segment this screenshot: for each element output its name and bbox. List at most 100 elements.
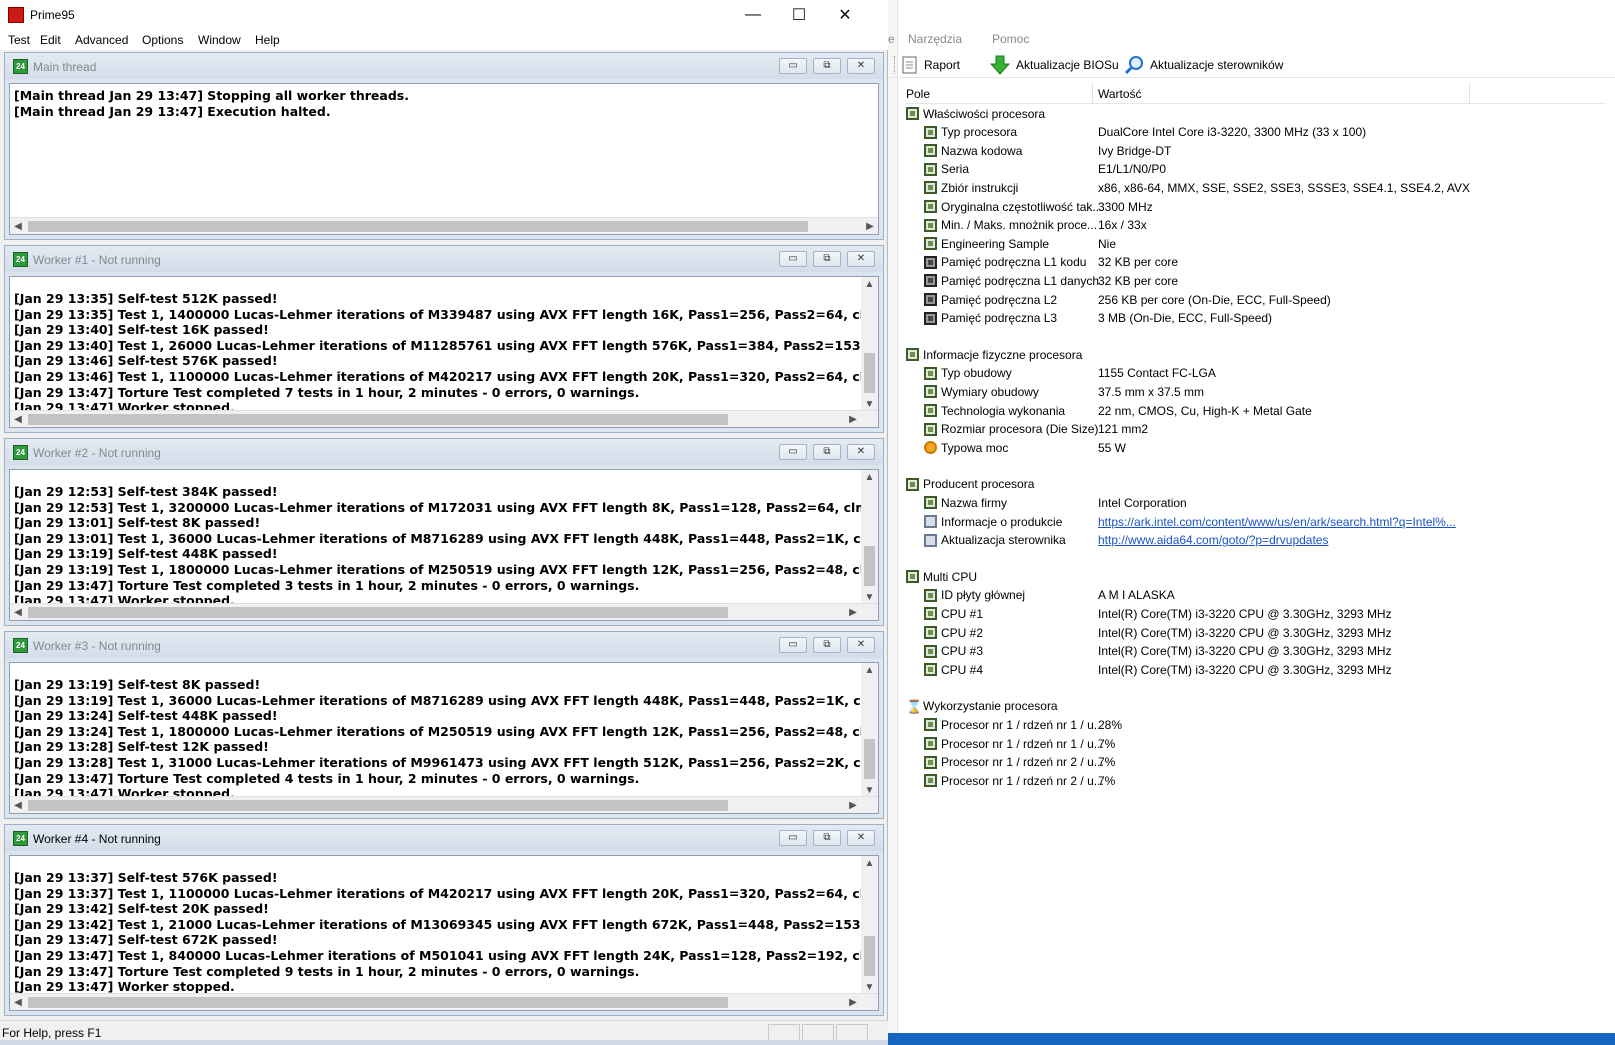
child-title-bar[interactable]: 24 Worker #1 - Not running ▭ ⧉ ✕ [5, 246, 883, 272]
vertical-scroll-thumb[interactable] [864, 739, 875, 779]
column-divider[interactable] [1469, 82, 1470, 104]
tree-item[interactable]: CPU #3 [924, 642, 983, 661]
child-minimize-button[interactable]: ▭ [779, 637, 807, 653]
child-close-button[interactable]: ✕ [847, 444, 875, 460]
vertical-scroll-thumb[interactable] [864, 936, 875, 976]
tree-item[interactable]: Procesor nr 1 / rdzeń nr 1 / u... [924, 734, 1104, 753]
tree-section[interactable]: ⌛ Wykorzystanie procesora [906, 697, 1058, 716]
column-divider[interactable] [1092, 82, 1093, 104]
tree-item[interactable]: Min. / Maks. mnożnik proce... [924, 216, 1097, 235]
minimize-button[interactable]: — [730, 0, 776, 30]
child-close-button[interactable]: ✕ [847, 58, 875, 74]
tree-item[interactable]: Typowa moc [924, 438, 1008, 457]
log-area[interactable]: [Jan 29 13:19] Self-test 8K passed! [Jan … [9, 662, 879, 814]
scroll-right-arrow[interactable]: ▶ [845, 605, 861, 620]
child-minimize-button[interactable]: ▭ [779, 830, 807, 846]
child-title-bar[interactable]: 24 Worker #4 - Not running ▭ ⧉ ✕ [5, 825, 883, 851]
child-close-button[interactable]: ✕ [847, 637, 875, 653]
scroll-up-arrow[interactable]: ▲ [861, 277, 878, 292]
tree-item[interactable]: Typ obudowy [924, 364, 1012, 383]
aida-menu-help[interactable]: Pomoc [992, 32, 1029, 46]
horizontal-scroll-thumb[interactable] [28, 997, 728, 1008]
tree-item[interactable]: CPU #4 [924, 660, 983, 679]
scroll-right-arrow[interactable]: ▶ [845, 995, 861, 1010]
tree-item[interactable]: CPU #1 [924, 604, 983, 623]
child-restore-button[interactable]: ⧉ [813, 251, 841, 267]
scroll-up-arrow[interactable]: ▲ [861, 470, 878, 485]
scroll-up-arrow[interactable]: ▲ [861, 663, 878, 678]
scroll-right-arrow[interactable]: ▶ [862, 219, 878, 234]
vertical-scrollbar[interactable]: ▲ ▼ [861, 663, 878, 798]
child-minimize-button[interactable]: ▭ [779, 444, 807, 460]
child-close-button[interactable]: ✕ [847, 251, 875, 267]
tree-item[interactable]: Pamięć podręczna L1 kodu [924, 253, 1086, 272]
tree-item[interactable]: Zbiór instrukcji [924, 178, 1018, 197]
child-title-bar[interactable]: 24 Main thread ▭ ⧉ ✕ [5, 53, 883, 79]
log-area[interactable]: [Main thread Jan 29 13:47] Stopping all … [9, 83, 879, 235]
tree-section[interactable]: Informacje fizyczne procesora [906, 345, 1082, 364]
scroll-right-arrow[interactable]: ▶ [845, 798, 861, 813]
close-button[interactable]: ✕ [822, 0, 868, 30]
horizontal-scroll-thumb[interactable] [28, 221, 808, 232]
field-link[interactable]: https://ark.intel.com/content/www/us/en/… [1098, 515, 1456, 529]
tree-item[interactable]: Procesor nr 1 / rdzeń nr 1 / u... [924, 715, 1104, 734]
horizontal-scroll-thumb[interactable] [28, 800, 728, 811]
tree-item[interactable]: CPU #2 [924, 623, 983, 642]
worker-window[interactable]: 24 Worker #1 - Not running ▭ ⧉ ✕ [Jan 29… [4, 245, 884, 433]
tree-item[interactable]: Informacje o produkcie [924, 512, 1062, 531]
tree-item[interactable]: Pamięć podręczna L3 [924, 309, 1057, 328]
vertical-scrollbar[interactable]: ▲ ▼ [861, 856, 878, 995]
child-restore-button[interactable]: ⧉ [813, 637, 841, 653]
main-thread-window[interactable]: 24 Main thread ▭ ⧉ ✕ [Main thread Jan 29… [4, 52, 884, 240]
scroll-left-arrow[interactable]: ◀ [10, 412, 26, 427]
aida-menu-item-e[interactable]: e [888, 32, 895, 46]
horizontal-scrollbar[interactable]: ◀ ▶ [10, 993, 878, 1010]
menu-options[interactable]: Options [142, 33, 183, 47]
tree-item[interactable]: Rozmiar procesora (Die Size) [924, 420, 1098, 439]
horizontal-scrollbar[interactable]: ◀ ▶ [10, 603, 878, 620]
vertical-scroll-thumb[interactable] [864, 353, 875, 393]
tree-item[interactable]: Pamięć podręczna L1 danych [924, 271, 1099, 290]
tree-section[interactable]: Producent procesora [906, 475, 1034, 494]
tree-item[interactable]: Nazwa kodowa [924, 141, 1022, 160]
child-restore-button[interactable]: ⧉ [813, 830, 841, 846]
scroll-left-arrow[interactable]: ◀ [10, 995, 26, 1010]
title-bar[interactable]: Prime95 — ☐ ✕ [0, 0, 888, 30]
worker-window[interactable]: 24 Worker #3 - Not running ▭ ⧉ ✕ [Jan 29… [4, 631, 884, 819]
log-area[interactable]: [Jan 29 12:53] Self-test 384K passed! [Ja… [9, 469, 879, 621]
column-value[interactable]: Wartość [1098, 87, 1142, 101]
tree-item[interactable]: Nazwa firmy [924, 493, 1007, 512]
child-close-button[interactable]: ✕ [847, 830, 875, 846]
scroll-up-arrow[interactable]: ▲ [861, 856, 878, 871]
tree-item[interactable]: Aktualizacja sterownika [924, 531, 1066, 550]
scroll-left-arrow[interactable]: ◀ [10, 219, 26, 234]
tree-item[interactable]: Pamięć podręczna L2 [924, 290, 1057, 309]
child-minimize-button[interactable]: ▭ [779, 251, 807, 267]
driver-update-button[interactable]: Aktualizacje sterowników [1124, 54, 1283, 76]
child-title-bar[interactable]: 24 Worker #2 - Not running ▭ ⧉ ✕ [5, 439, 883, 465]
aida-menu-tools[interactable]: Narzędzia [908, 32, 962, 46]
report-button[interactable]: Raport [902, 54, 960, 76]
tree-section[interactable]: Właściwości procesora [906, 104, 1045, 123]
horizontal-scrollbar[interactable]: ◀ ▶ [10, 217, 878, 234]
field-link[interactable]: http://www.aida64.com/goto/?p=drvupdates [1098, 533, 1328, 547]
bios-update-button[interactable]: Aktualizacje BIOSu [990, 54, 1119, 76]
scroll-right-arrow[interactable]: ▶ [845, 412, 861, 427]
worker-window[interactable]: 24 Worker #2 - Not running ▭ ⧉ ✕ [Jan 29… [4, 438, 884, 626]
log-area[interactable]: [Jan 29 13:35] Self-test 512K passed! [Ja… [9, 276, 879, 428]
tree-item[interactable]: Typ procesora [924, 123, 1017, 142]
vertical-scrollbar[interactable]: ▲ ▼ [861, 470, 878, 605]
menu-advanced[interactable]: Advanced [75, 33, 128, 47]
tree-item[interactable]: Technologia wykonania [924, 401, 1065, 420]
menu-test[interactable]: Test [8, 33, 30, 47]
tree-item[interactable]: Wymiary obudowy [924, 382, 1039, 401]
scroll-left-arrow[interactable]: ◀ [10, 798, 26, 813]
column-field[interactable]: Pole [906, 87, 930, 101]
horizontal-scroll-thumb[interactable] [28, 414, 728, 425]
scroll-left-arrow[interactable]: ◀ [10, 605, 26, 620]
tree-item[interactable]: ID płyty głównej [924, 586, 1025, 605]
tree-item[interactable]: Seria [924, 160, 969, 179]
log-area[interactable]: [Jan 29 13:37] Self-test 576K passed! [Ja… [9, 855, 879, 1011]
horizontal-scroll-thumb[interactable] [28, 607, 728, 618]
horizontal-scrollbar[interactable]: ◀ ▶ [10, 796, 878, 813]
